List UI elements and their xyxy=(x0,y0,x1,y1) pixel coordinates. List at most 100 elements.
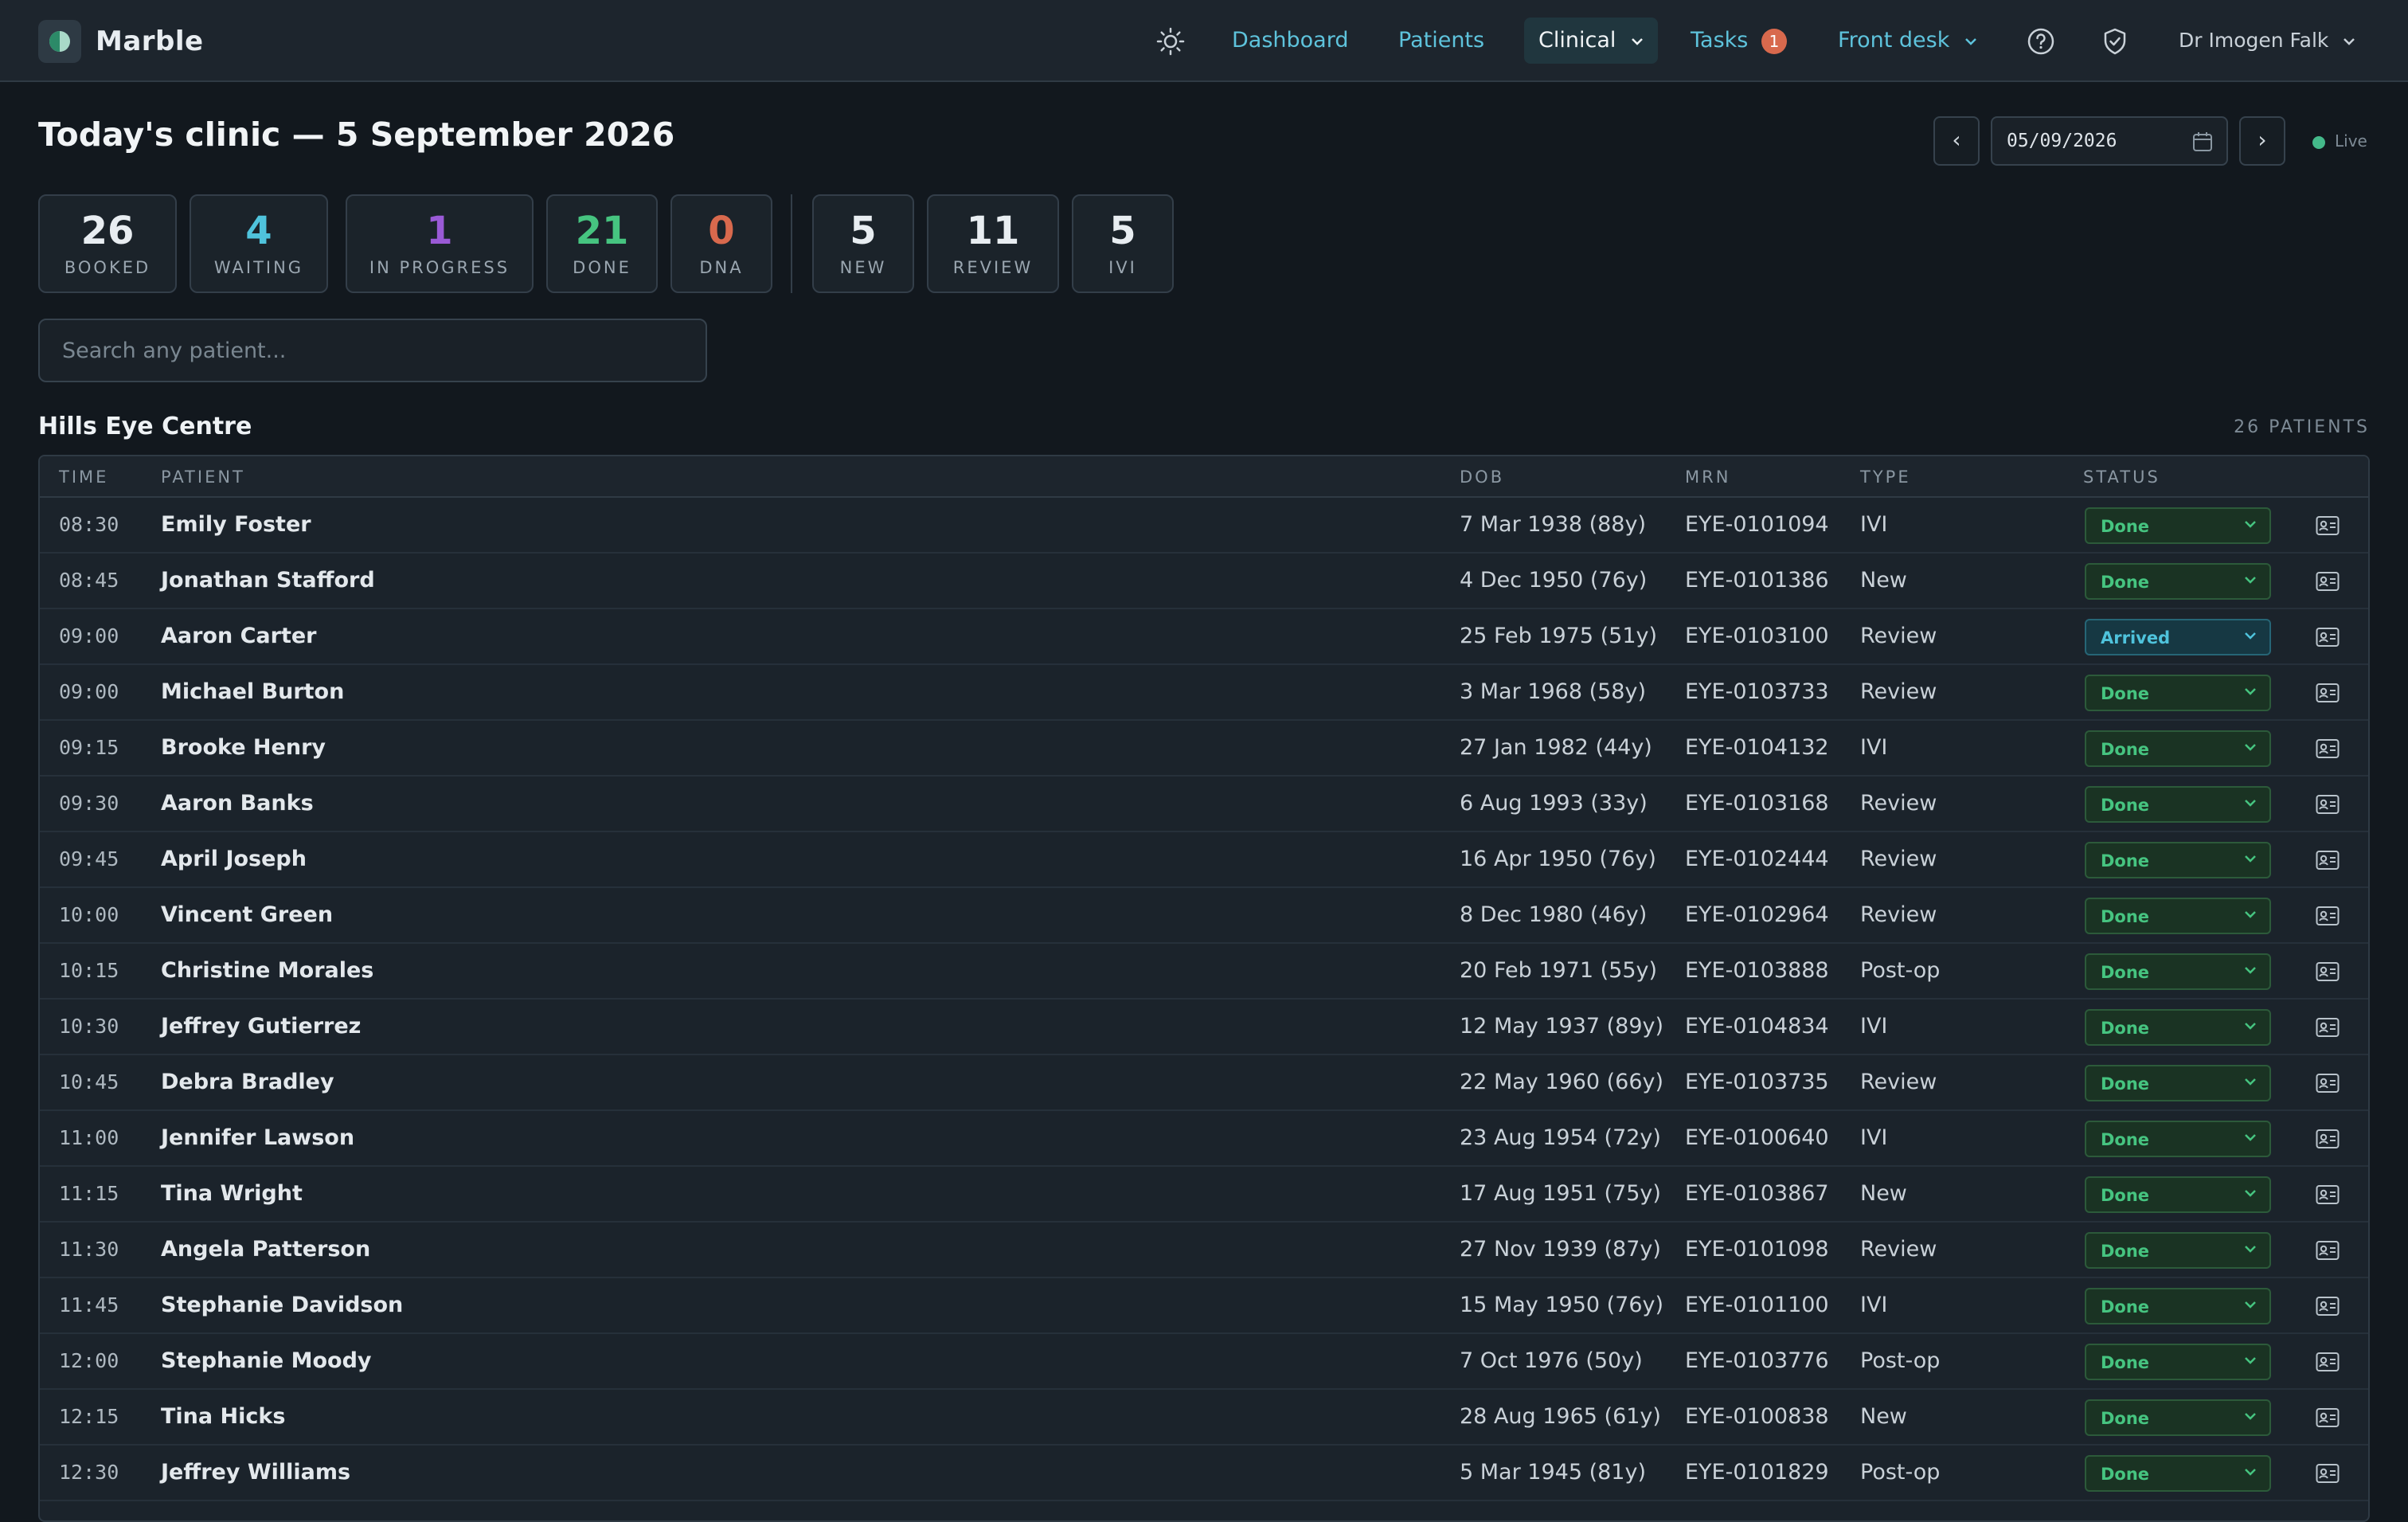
col-mrn[interactable]: MRN xyxy=(1685,468,1730,487)
stat-card[interactable]: 4 WAITING xyxy=(190,194,328,293)
id-card-icon[interactable] xyxy=(2316,850,2340,871)
table-row[interactable]: 11:15 Tina Wright 17 Aug 1951 (75y) EYE-010… xyxy=(40,1167,2368,1223)
stat-card[interactable]: 21 DONE xyxy=(546,194,658,293)
id-card-icon[interactable] xyxy=(2316,1407,2340,1428)
nav-clinical[interactable]: Clinical xyxy=(1524,18,1658,64)
id-card-icon[interactable] xyxy=(2316,1184,2340,1205)
help-icon[interactable] xyxy=(2027,27,2055,56)
cell-patient[interactable]: Vincent Green xyxy=(161,888,333,942)
table-row[interactable]: 10:15 Christine Morales 20 Feb 1971 (55y) E… xyxy=(40,944,2368,1000)
cell-patient[interactable]: Emily Foster xyxy=(161,498,311,552)
col-time[interactable]: TIME xyxy=(59,468,108,487)
status-select[interactable]: Done xyxy=(2085,1009,2271,1046)
col-status[interactable]: STATUS xyxy=(2083,468,2160,487)
status-select[interactable]: Done xyxy=(2085,1344,2271,1380)
status-select[interactable]: Done xyxy=(2085,786,2271,823)
nav-front-desk[interactable]: Front desk xyxy=(1838,18,1977,64)
id-card-icon[interactable] xyxy=(2316,1352,2340,1372)
status-select[interactable]: Done xyxy=(2085,1399,2271,1436)
id-card-icon[interactable] xyxy=(2316,1463,2340,1484)
table-row[interactable]: 10:45 Debra Bradley 22 May 1960 (66y) EYE-0… xyxy=(40,1055,2368,1111)
cell-patient[interactable]: Debra Bradley xyxy=(161,1055,334,1109)
user-menu[interactable]: Dr Imogen Falk xyxy=(2179,18,2355,64)
table-row[interactable]: 11:45 Stephanie Davidson 15 May 1950 (76y)… xyxy=(40,1278,2368,1334)
date-picker-field[interactable]: 05/09/2026 xyxy=(1991,116,2228,166)
table-row[interactable]: 12:15 Tina Hicks 28 Aug 1965 (61y) EYE-0100… xyxy=(40,1390,2368,1446)
status-select[interactable]: Done xyxy=(2085,507,2271,544)
stat-card[interactable]: 26 BOOKED xyxy=(38,194,177,293)
status-select[interactable]: Done xyxy=(2085,1065,2271,1101)
stat-card[interactable]: 5 NEW xyxy=(812,194,914,293)
sun-icon[interactable] xyxy=(1156,27,1185,56)
calendar-icon[interactable] xyxy=(2191,131,2214,153)
status-select[interactable]: Arrived xyxy=(2085,619,2271,655)
stat-card[interactable]: 5 IVI xyxy=(1072,194,1174,293)
cell-patient[interactable]: Jeffrey Williams xyxy=(161,1446,350,1500)
nav-dashboard[interactable]: Dashboard xyxy=(1232,18,1348,64)
table-row[interactable]: 10:30 Jeffrey Gutierrez 12 May 1937 (89y) E… xyxy=(40,1000,2368,1055)
cell-patient[interactable]: Jennifer Lawson xyxy=(161,1111,354,1165)
cell-patient[interactable]: Tina Wright xyxy=(161,1167,303,1221)
nav-patients[interactable]: Patients xyxy=(1398,18,1484,64)
prev-day-button[interactable]: ‹ xyxy=(1933,116,1980,166)
brand[interactable]: Marble xyxy=(38,20,204,63)
col-dob[interactable]: DOB xyxy=(1460,468,1504,487)
cell-patient[interactable]: Stephanie Moody xyxy=(161,1334,372,1388)
cell-patient[interactable]: Michael Burton xyxy=(161,665,344,719)
table-row[interactable]: 09:15 Brooke Henry 27 Jan 1982 (44y) EYE-01… xyxy=(40,721,2368,777)
status-select[interactable]: Done xyxy=(2085,1121,2271,1157)
id-card-icon[interactable] xyxy=(2316,1073,2340,1094)
table-row[interactable]: 10:00 Vincent Green 8 Dec 1980 (46y) EYE-01… xyxy=(40,888,2368,944)
table-row[interactable]: 12:00 Stephanie Moody 7 Oct 1976 (50y) EYE-… xyxy=(40,1334,2368,1390)
id-card-icon[interactable] xyxy=(2316,1296,2340,1317)
patient-search-input[interactable] xyxy=(38,319,707,382)
cell-patient[interactable]: Aaron Banks xyxy=(161,777,314,831)
id-card-icon[interactable] xyxy=(2316,571,2340,592)
status-select[interactable]: Done xyxy=(2085,675,2271,711)
cell-patient[interactable]: Stephanie Davidson xyxy=(161,1278,403,1332)
cell-patient[interactable]: Jeffrey Gutierrez xyxy=(161,1000,361,1054)
id-card-icon[interactable] xyxy=(2316,961,2340,982)
stat-card[interactable]: 0 DNA xyxy=(670,194,772,293)
id-card-icon[interactable] xyxy=(2316,1240,2340,1261)
id-card-icon[interactable] xyxy=(2316,1017,2340,1038)
id-card-icon[interactable] xyxy=(2316,627,2340,648)
status-select[interactable]: Done xyxy=(2085,730,2271,767)
cell-patient[interactable]: April Joseph xyxy=(161,832,307,886)
id-card-icon[interactable] xyxy=(2316,906,2340,926)
table-row[interactable]: 09:00 Aaron Carter 25 Feb 1975 (51y) EYE-01… xyxy=(40,609,2368,665)
cell-patient[interactable]: Tina Hicks xyxy=(161,1390,285,1444)
table-row[interactable]: 08:45 Jonathan Stafford 4 Dec 1950 (76y) EY… xyxy=(40,554,2368,609)
table-row[interactable]: 11:00 Jennifer Lawson 23 Aug 1954 (72y) EYE… xyxy=(40,1111,2368,1167)
status-select[interactable]: Done xyxy=(2085,953,2271,990)
status-select[interactable]: Done xyxy=(2085,1288,2271,1324)
id-card-icon[interactable] xyxy=(2316,794,2340,815)
col-patient[interactable]: PATIENT xyxy=(161,468,245,487)
status-select[interactable]: Done xyxy=(2085,1232,2271,1269)
id-card-icon[interactable] xyxy=(2316,515,2340,536)
status-select[interactable]: Done xyxy=(2085,563,2271,600)
stat-card[interactable]: 11 REVIEW xyxy=(927,194,1059,293)
shield-icon[interactable] xyxy=(2101,27,2129,56)
status-select[interactable]: Done xyxy=(2085,898,2271,934)
status-select[interactable]: Done xyxy=(2085,1176,2271,1213)
status-select[interactable]: Done xyxy=(2085,842,2271,878)
stat-card[interactable]: 1 IN PROGRESS xyxy=(346,194,534,293)
table-row[interactable]: 09:30 Aaron Banks 6 Aug 1993 (33y) EYE-0103… xyxy=(40,777,2368,832)
table-row[interactable]: 12:30 Jeffrey Williams 5 Mar 1945 (81y) EYE… xyxy=(40,1446,2368,1501)
nav-tasks[interactable]: Tasks 1 xyxy=(1691,18,1787,64)
id-card-icon[interactable] xyxy=(2316,1129,2340,1149)
status-select[interactable]: Done xyxy=(2085,1455,2271,1492)
table-row[interactable]: 11:30 Angela Patterson 27 Nov 1939 (87y) EY… xyxy=(40,1223,2368,1278)
col-type[interactable]: TYPE xyxy=(1860,468,1911,487)
table-row[interactable]: 09:00 Michael Burton 3 Mar 1968 (58y) EYE-0… xyxy=(40,665,2368,721)
table-row[interactable]: 09:45 April Joseph 16 Apr 1950 (76y) EYE-01… xyxy=(40,832,2368,888)
cell-patient[interactable]: Brooke Henry xyxy=(161,721,326,775)
cell-patient[interactable]: Jonathan Stafford xyxy=(161,554,375,608)
table-row[interactable]: 08:30 Emily Foster 7 Mar 1938 (88y) EYE-010… xyxy=(40,498,2368,554)
cell-patient[interactable]: Angela Patterson xyxy=(161,1223,370,1277)
cell-patient[interactable]: Christine Morales xyxy=(161,944,373,998)
next-day-button[interactable]: › xyxy=(2239,116,2285,166)
id-card-icon[interactable] xyxy=(2316,738,2340,759)
id-card-icon[interactable] xyxy=(2316,683,2340,703)
